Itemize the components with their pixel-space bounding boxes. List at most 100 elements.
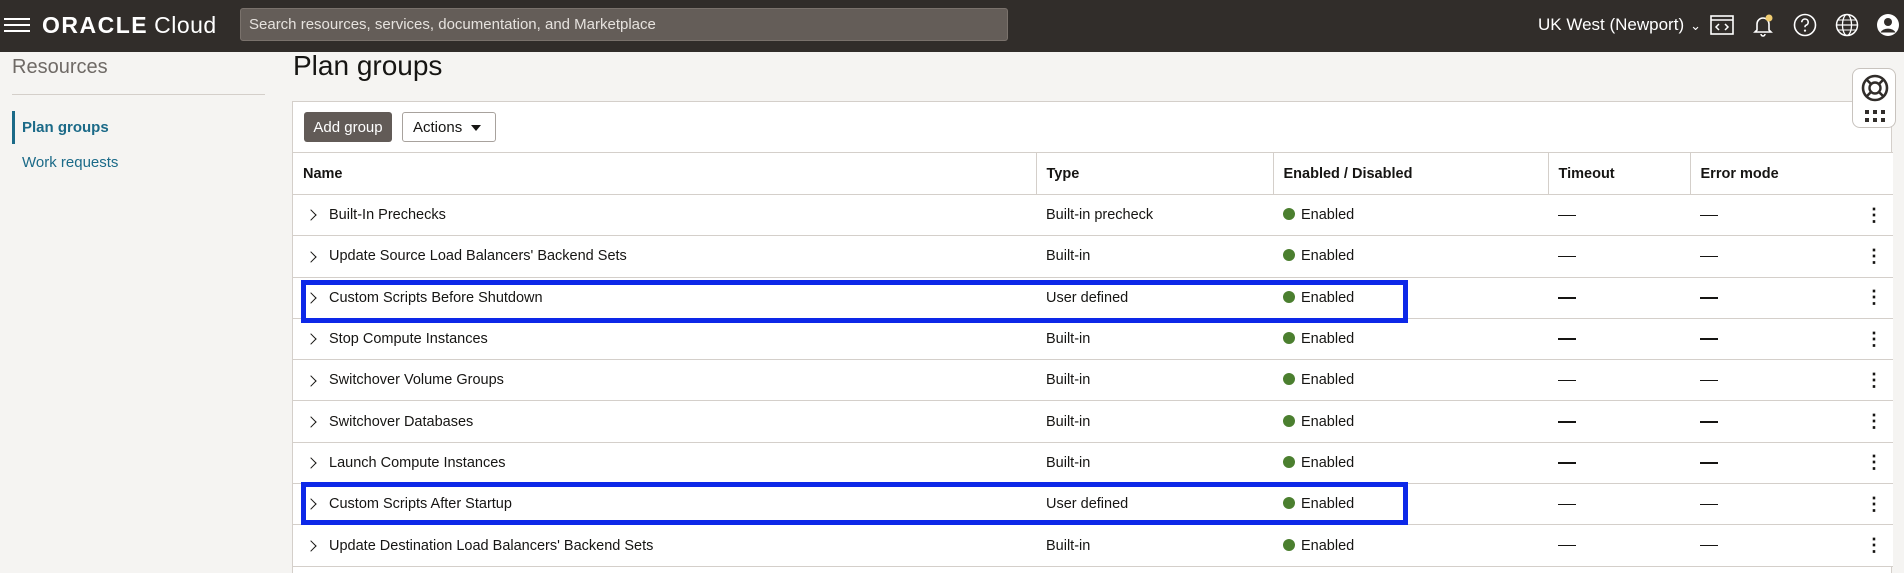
chevron-right-icon[interactable] bbox=[305, 209, 317, 221]
globe-icon[interactable] bbox=[1834, 12, 1860, 38]
status-label: Enabled bbox=[1301, 413, 1355, 430]
chevron-right-icon[interactable] bbox=[305, 292, 317, 304]
status-dot-icon bbox=[1283, 208, 1295, 221]
region-selector[interactable]: UK West (Newport) ⌄ bbox=[1538, 15, 1701, 35]
status-cell: Enabled bbox=[1273, 277, 1548, 319]
status-dot-icon bbox=[1283, 455, 1295, 468]
table-header-row: Name Type Enabled / Disabled Timeout Err… bbox=[293, 152, 1893, 195]
timeout-cell bbox=[1548, 442, 1690, 485]
name-cell: Switchover Volume Groups bbox=[293, 359, 1036, 402]
chevron-right-icon[interactable] bbox=[305, 498, 317, 511]
name-cell: Custom Scripts Before Shutdown bbox=[293, 277, 1036, 319]
status-dot-icon bbox=[1283, 373, 1295, 386]
menu-icon[interactable] bbox=[4, 14, 30, 36]
error-mode-cell bbox=[1690, 277, 1853, 319]
column-header-name[interactable]: Name bbox=[293, 152, 1037, 195]
column-header-type[interactable]: Type bbox=[1036, 152, 1274, 195]
table-row[interactable]: Switchover Databases Built-in Enabled ⋮ bbox=[293, 400, 1893, 443]
sidebar-item-work-requests[interactable]: Work requests bbox=[22, 154, 118, 171]
table-row[interactable]: Launch Compute Instances Built-in Enabled ⋮ bbox=[293, 442, 1893, 485]
error-mode-cell bbox=[1690, 194, 1853, 237]
chevron-right-icon[interactable] bbox=[305, 333, 317, 345]
kebab-menu-icon[interactable]: ⋮ bbox=[1865, 246, 1883, 266]
status-cell: Enabled bbox=[1273, 194, 1548, 237]
row-actions-cell: ⋮ bbox=[1853, 235, 1893, 278]
chevron-right-icon[interactable] bbox=[305, 374, 317, 387]
name-cell: Custom Scripts After Startup bbox=[293, 483, 1036, 526]
kebab-menu-icon[interactable]: ⋮ bbox=[1865, 494, 1883, 514]
type-cell: Built-in bbox=[1036, 524, 1273, 567]
status-dot-icon bbox=[1283, 414, 1295, 427]
search-input[interactable] bbox=[240, 8, 1008, 41]
brand-suffix: Cloud bbox=[154, 12, 217, 38]
type-cell: User defined bbox=[1036, 483, 1273, 526]
empty-dash bbox=[1700, 503, 1718, 506]
region-label: UK West (Newport) bbox=[1538, 15, 1685, 34]
status-dot-icon bbox=[1283, 290, 1295, 303]
timeout-cell bbox=[1548, 524, 1690, 567]
bell-icon[interactable] bbox=[1750, 12, 1776, 38]
column-header-enabled[interactable]: Enabled / Disabled bbox=[1273, 152, 1549, 195]
chevron-right-icon[interactable] bbox=[305, 250, 317, 263]
plan-group-name: Switchover Volume Groups bbox=[329, 372, 504, 389]
status-dot-icon bbox=[1283, 332, 1295, 345]
timeout-cell bbox=[1548, 277, 1690, 319]
empty-dash bbox=[1558, 338, 1576, 340]
timeout-cell bbox=[1548, 235, 1690, 278]
row-actions-cell: ⋮ bbox=[1853, 359, 1893, 402]
row-actions-cell: ⋮ bbox=[1853, 524, 1893, 567]
kebab-menu-icon[interactable]: ⋮ bbox=[1865, 287, 1883, 307]
column-header-error-mode[interactable]: Error mode bbox=[1690, 152, 1853, 195]
code-editor-icon[interactable] bbox=[1709, 12, 1735, 38]
table-row[interactable]: Built-In Prechecks Built-in precheck Enabl… bbox=[293, 194, 1893, 237]
status-cell: Enabled bbox=[1273, 442, 1548, 485]
user-icon[interactable] bbox=[1875, 12, 1901, 38]
oracle-cloud-logo[interactable]: ORACLE Cloud bbox=[42, 12, 217, 39]
table-row[interactable]: Custom Scripts Before Shutdown User defin… bbox=[293, 277, 1893, 319]
table-row[interactable]: Switchover Volume Groups Built-in Enabled ⋮ bbox=[293, 359, 1893, 402]
error-mode-cell bbox=[1690, 359, 1853, 402]
kebab-menu-icon[interactable]: ⋮ bbox=[1865, 370, 1883, 390]
table-row[interactable]: Update Destination Load Balancers' Backe… bbox=[293, 524, 1893, 567]
type-cell: Built-in bbox=[1036, 235, 1273, 278]
kebab-menu-icon[interactable]: ⋮ bbox=[1865, 411, 1883, 431]
status-cell: Enabled bbox=[1273, 524, 1548, 567]
status-label: Enabled bbox=[1301, 289, 1355, 306]
table-row[interactable]: Stop Compute Instances Built-in Enabled ⋮ bbox=[293, 318, 1893, 361]
chevron-down-icon: ⌄ bbox=[1690, 18, 1702, 33]
plan-group-name: Launch Compute Instances bbox=[329, 454, 506, 471]
kebab-menu-icon[interactable]: ⋮ bbox=[1865, 452, 1883, 472]
help-icon[interactable] bbox=[1792, 12, 1818, 38]
caret-down-icon bbox=[471, 125, 481, 131]
help-widget[interactable] bbox=[1852, 68, 1896, 128]
row-actions-cell: ⋮ bbox=[1853, 318, 1893, 361]
chevron-right-icon[interactable] bbox=[305, 457, 317, 469]
kebab-menu-icon[interactable]: ⋮ bbox=[1865, 205, 1883, 225]
type-cell: Built-in bbox=[1036, 318, 1273, 361]
status-label: Enabled bbox=[1301, 537, 1355, 554]
table-row[interactable]: Custom Scripts After Startup User defined… bbox=[293, 483, 1893, 526]
actions-dropdown-button[interactable]: Actions bbox=[402, 112, 496, 142]
table-row[interactable]: Update Source Load Balancers' Backend Se… bbox=[293, 235, 1893, 278]
row-actions-cell: ⋮ bbox=[1853, 194, 1893, 237]
column-header-timeout[interactable]: Timeout bbox=[1548, 152, 1691, 195]
type-cell: Built-in bbox=[1036, 442, 1273, 485]
timeout-cell bbox=[1548, 483, 1690, 526]
page-title: Plan groups bbox=[293, 50, 443, 81]
add-group-button[interactable]: Add group bbox=[304, 112, 392, 142]
status-cell: Enabled bbox=[1273, 318, 1548, 361]
row-actions-cell: ⋮ bbox=[1853, 277, 1893, 319]
empty-dash bbox=[1700, 338, 1718, 340]
timeout-cell bbox=[1548, 318, 1690, 361]
error-mode-cell bbox=[1690, 524, 1853, 567]
chevron-right-icon[interactable] bbox=[305, 540, 317, 552]
top-bar: ORACLECloud UK West (Newport) ⌄ bbox=[0, 0, 1904, 52]
kebab-menu-icon[interactable]: ⋮ bbox=[1865, 329, 1883, 349]
empty-dash bbox=[1700, 297, 1718, 299]
empty-dash bbox=[1700, 255, 1718, 258]
plan-group-name: Update Source Load Balancers' Backend Se… bbox=[329, 248, 627, 265]
chevron-right-icon[interactable] bbox=[305, 416, 317, 428]
sidebar-item-plan-groups[interactable]: Plan groups bbox=[22, 119, 109, 136]
kebab-menu-icon[interactable]: ⋮ bbox=[1865, 535, 1883, 555]
status-label: Enabled bbox=[1301, 331, 1355, 348]
